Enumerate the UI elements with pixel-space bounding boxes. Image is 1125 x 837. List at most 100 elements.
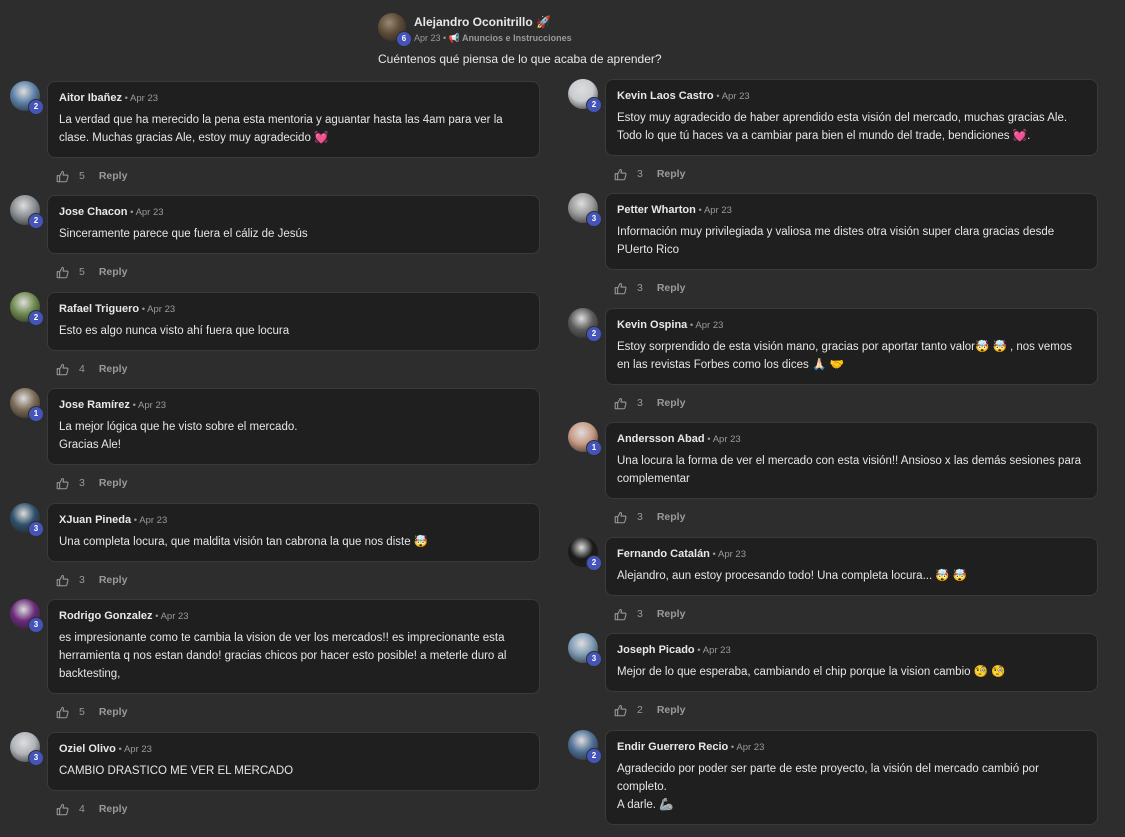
commenter-name[interactable]: XJuan Pineda — [59, 514, 131, 526]
reply-button[interactable]: Reply — [99, 266, 128, 278]
comment-date: Apr 23 — [160, 611, 189, 622]
comment-text: Una locura la forma de ver el mercado co… — [617, 455, 1082, 485]
comment-date: Apr 23 — [123, 744, 152, 755]
comment-header: Jose Ramírez • Apr 23 — [59, 398, 528, 413]
comment-header: Andersson Abad • Apr 23 — [617, 432, 1086, 447]
comment-actions: 3 Reply — [614, 608, 685, 621]
comment-bubble: Andersson Abad • Apr 23 Una locura la for… — [605, 422, 1098, 499]
commenter-name[interactable]: Oziel Olivo — [59, 743, 116, 755]
comment-header: Endir Guerrero Recio • Apr 23 — [617, 740, 1086, 755]
like-icon[interactable] — [56, 706, 69, 719]
comment-bubble: Kevin Laos Castro • Apr 23 Estoy muy agra… — [605, 79, 1098, 156]
reply-button[interactable]: Reply — [657, 704, 686, 716]
meta-separator: • — [713, 91, 722, 102]
reply-button[interactable]: Reply — [657, 608, 686, 620]
like-count: 3 — [637, 511, 643, 524]
like-icon[interactable] — [56, 574, 69, 587]
commenter-name[interactable]: Joseph Picado — [617, 644, 695, 656]
comment-bubble: Petter Wharton • Apr 23 Información muy p… — [605, 193, 1098, 270]
like-count: 2 — [637, 704, 643, 717]
comment-header: Kevin Ospina • Apr 23 — [617, 318, 1086, 333]
comment-text: Alejandro, aun estoy procesando todo! Un… — [617, 570, 968, 582]
commenter-name[interactable]: Kevin Ospina — [617, 319, 687, 331]
like-icon[interactable] — [614, 511, 627, 524]
like-icon[interactable] — [614, 608, 627, 621]
comment-bubble: Fernando Catalán • Apr 23 Alejandro, aun … — [605, 537, 1098, 596]
comment-bubble: Joseph Picado • Apr 23 Mejor de lo que es… — [605, 633, 1098, 692]
comment-header: Kevin Laos Castro • Apr 23 — [617, 89, 1086, 104]
comment-text: Mejor de lo que esperaba, cambiando el c… — [617, 666, 1006, 678]
comment-text: Información muy privilegiada y valiosa m… — [617, 226, 1055, 256]
like-count: 5 — [79, 266, 85, 279]
post-date: Apr 23 — [414, 33, 441, 43]
commenter-name[interactable]: Fernando Catalán — [617, 548, 710, 560]
level-badge: 3 — [28, 521, 44, 537]
commenter-name[interactable]: Endir Guerrero Recio — [617, 741, 728, 753]
like-icon[interactable] — [56, 266, 69, 279]
comment-header: Aitor Ibañez • Apr 23 — [59, 91, 528, 106]
reply-button[interactable]: Reply — [657, 397, 686, 409]
commenter-name[interactable]: Rodrigo Gonzalez — [59, 610, 153, 622]
like-icon[interactable] — [56, 170, 69, 183]
comment-actions: 3 Reply — [56, 574, 127, 587]
comment-actions: 3 Reply — [614, 168, 685, 181]
like-icon[interactable] — [614, 397, 627, 410]
reply-button[interactable]: Reply — [99, 574, 128, 586]
comment-actions: 3 Reply — [614, 397, 685, 410]
like-icon[interactable] — [56, 803, 69, 816]
comment-date: Apr 23 — [147, 304, 176, 315]
commenter-name[interactable]: Kevin Laos Castro — [617, 90, 714, 102]
reply-button[interactable]: Reply — [657, 511, 686, 523]
meta-separator: • — [129, 400, 139, 411]
comment-bubble: Jose Chacon • Apr 23 Sinceramente parece … — [47, 195, 540, 254]
like-icon[interactable] — [614, 704, 627, 717]
comment-actions: 5 Reply — [56, 170, 127, 183]
reply-button[interactable]: Reply — [657, 168, 686, 180]
heart-icon: 💓 — [1012, 130, 1028, 142]
comment-actions: 5 Reply — [56, 266, 127, 279]
like-count: 4 — [79, 803, 85, 816]
post-question: Cuéntenos qué piensa de lo que acaba de … — [378, 52, 662, 66]
level-badge: 3 — [28, 617, 44, 633]
comment-header: Rafael Triguero • Apr 23 — [59, 302, 528, 317]
like-count: 3 — [79, 574, 85, 587]
reply-button[interactable]: Reply — [99, 363, 128, 375]
like-count: 5 — [79, 170, 85, 183]
comment-bubble: Oziel Olivo • Apr 23 CAMBIO DRASTICO ME V… — [47, 732, 540, 791]
like-icon[interactable] — [614, 168, 627, 181]
commenter-name[interactable]: Rafael Triguero — [59, 303, 139, 315]
comment-text: Una completa locura, que maldita visión … — [59, 536, 429, 548]
reply-button[interactable]: Reply — [99, 170, 128, 182]
reply-button[interactable]: Reply — [99, 803, 128, 815]
like-icon[interactable] — [56, 363, 69, 376]
meta-separator: • — [139, 304, 148, 315]
comment-date: Apr 23 — [695, 320, 724, 331]
comment-actions: 2 Reply — [614, 704, 685, 717]
post-category[interactable]: 📢 Anuncios e Instrucciones — [449, 33, 572, 43]
level-badge: 2 — [586, 555, 602, 571]
level-badge: 3 — [28, 750, 44, 766]
level-badge: 1 — [586, 440, 602, 456]
reply-button[interactable]: Reply — [99, 706, 128, 718]
like-count: 3 — [637, 397, 643, 410]
comment-header: Fernando Catalán • Apr 23 — [617, 547, 1086, 562]
comment-header: Petter Wharton • Apr 23 — [617, 203, 1086, 218]
commenter-name[interactable]: Petter Wharton — [617, 204, 696, 216]
level-badge: 3 — [586, 211, 602, 227]
rocket-icon: 🚀 — [536, 15, 551, 29]
like-icon[interactable] — [56, 477, 69, 490]
commenter-name[interactable]: Andersson Abad — [617, 433, 705, 445]
reply-button[interactable]: Reply — [99, 477, 128, 489]
meta-separator: • — [115, 744, 124, 755]
commenter-name[interactable]: Jose Ramírez — [59, 399, 130, 411]
like-icon[interactable] — [614, 282, 627, 295]
level-badge: 3 — [586, 651, 602, 667]
author-name[interactable]: Alejandro Oconitrillo 🚀 — [414, 15, 551, 29]
meta-separator: • — [121, 93, 131, 104]
commenter-name[interactable]: Jose Chacon — [59, 206, 127, 218]
level-badge: 2 — [586, 326, 602, 342]
commenter-name[interactable]: Aitor Ibañez — [59, 92, 122, 104]
level-badge: 2 — [586, 748, 602, 764]
comment-text: La mejor lógica que he visto sobre el me… — [59, 421, 298, 451]
reply-button[interactable]: Reply — [657, 282, 686, 294]
